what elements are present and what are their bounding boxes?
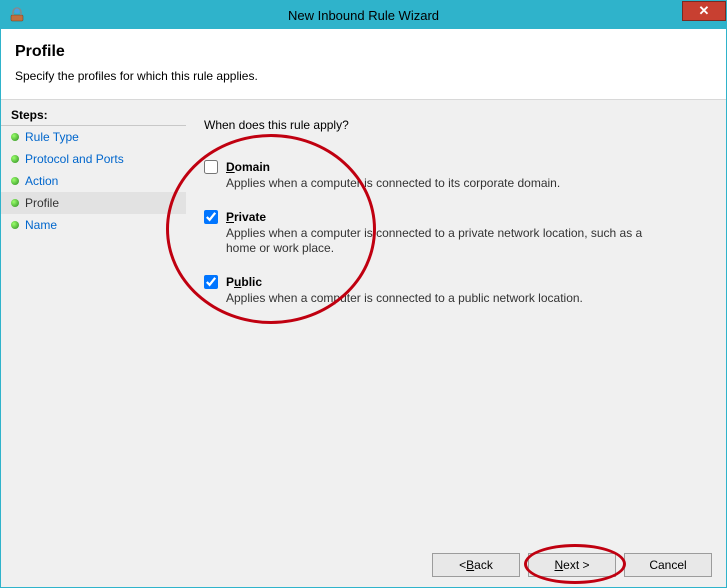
step-label: Name [25, 218, 57, 232]
next-button[interactable]: Next > [528, 553, 616, 577]
option-public: Public Applies when a computer is connec… [204, 275, 708, 307]
step-name[interactable]: Name [1, 214, 186, 236]
page-subtitle: Specify the profiles for which this rule… [15, 69, 712, 83]
bullet-icon [11, 155, 19, 163]
option-private: Private Applies when a computer is conne… [204, 210, 708, 257]
close-button[interactable]: ✕ [682, 1, 726, 21]
private-checkbox[interactable] [204, 210, 218, 224]
steps-label: Steps: [1, 106, 186, 126]
cancel-button[interactable]: Cancel [624, 553, 712, 577]
back-button[interactable]: < Back [432, 553, 520, 577]
close-icon: ✕ [699, 3, 710, 19]
bullet-icon [11, 177, 19, 185]
private-desc: Applies when a computer is connected to … [226, 226, 666, 257]
step-label: Action [25, 174, 58, 188]
step-profile[interactable]: Profile [1, 192, 186, 214]
public-desc: Applies when a computer is connected to … [226, 291, 666, 307]
wizard-window: New Inbound Rule Wizard ✕ Profile Specif… [0, 0, 727, 588]
page-title: Profile [15, 43, 712, 61]
step-label: Profile [25, 196, 59, 210]
button-row: < Back Next > Cancel [432, 553, 712, 577]
step-action[interactable]: Action [1, 170, 186, 192]
app-icon [9, 7, 25, 23]
public-label: Public [226, 275, 262, 289]
private-label: Private [226, 210, 266, 224]
step-protocol-ports[interactable]: Protocol and Ports [1, 148, 186, 170]
question-text: When does this rule apply? [204, 118, 708, 132]
domain-desc: Applies when a computer is connected to … [226, 176, 666, 192]
bullet-icon [11, 133, 19, 141]
titlebar: New Inbound Rule Wizard ✕ [1, 1, 726, 29]
bullet-icon [11, 199, 19, 207]
step-label: Rule Type [25, 130, 79, 144]
step-label: Protocol and Ports [25, 152, 124, 166]
option-domain: Domain Applies when a computer is connec… [204, 160, 708, 192]
step-rule-type[interactable]: Rule Type [1, 126, 186, 148]
domain-label: Domain [226, 160, 270, 174]
main-area: Steps: Rule Type Protocol and Ports Acti… [1, 99, 726, 587]
steps-panel: Steps: Rule Type Protocol and Ports Acti… [1, 100, 186, 587]
bullet-icon [11, 221, 19, 229]
header: Profile Specify the profiles for which t… [1, 29, 726, 99]
public-checkbox[interactable] [204, 275, 218, 289]
window-title: New Inbound Rule Wizard [1, 8, 726, 23]
content-panel: When does this rule apply? Domain Applie… [186, 100, 726, 587]
domain-checkbox[interactable] [204, 160, 218, 174]
